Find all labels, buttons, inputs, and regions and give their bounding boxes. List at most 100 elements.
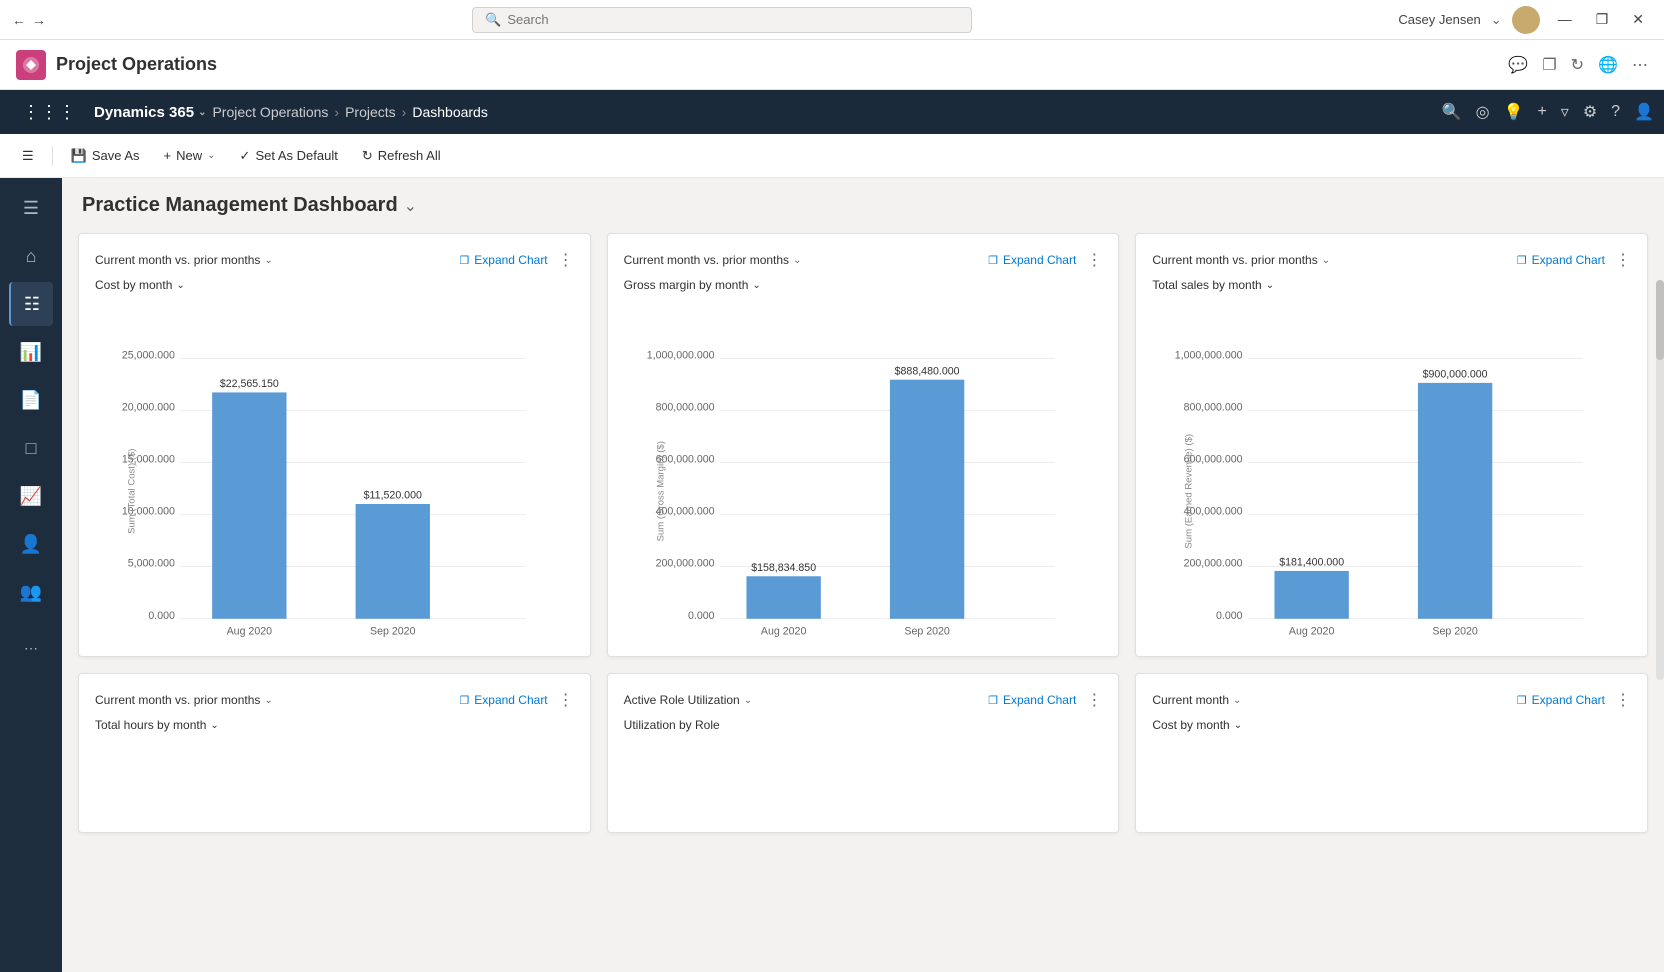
svg-text:200,000.000: 200,000.000 — [1184, 558, 1243, 570]
chart-6-more-button[interactable]: ⋮ — [1615, 690, 1631, 710]
chart-1-actions: ❐ Expand Chart ⋮ — [459, 250, 573, 270]
toolbar: ☰ 💾 Save As + New ⌄ ✓ Set As Default ↻ R… — [0, 134, 1664, 178]
chart-1-expand-button[interactable]: ❐ Expand Chart — [459, 253, 547, 267]
back-icon[interactable]: ← — [12, 12, 26, 28]
chart-4-subtitle[interactable]: Total hours by month ⌄ — [95, 718, 574, 732]
search-bar: 🔍 — [472, 7, 972, 33]
scrollbar[interactable] — [1656, 280, 1664, 680]
nav-filter-icon[interactable]: ▿ — [1561, 102, 1569, 122]
dashboard-dropdown-icon[interactable]: ⌄ — [404, 196, 417, 216]
svg-text:0.000: 0.000 — [148, 610, 175, 622]
sidebar-item-more[interactable]: ⋯ — [9, 626, 53, 670]
chart-3-subtitle[interactable]: Total sales by month ⌄ — [1152, 278, 1631, 292]
chart-1-more-button[interactable]: ⋮ — [558, 250, 574, 270]
save-as-button[interactable]: 💾 Save As — [61, 143, 150, 169]
page-title: Practice Management Dashboard — [82, 194, 398, 217]
chart-2-subtitle[interactable]: Gross margin by month ⌄ — [624, 278, 1103, 292]
chart-3-expand-button[interactable]: ❐ Expand Chart — [1517, 253, 1605, 267]
chat-icon[interactable]: 💬 — [1508, 55, 1528, 75]
svg-text:200,000.000: 200,000.000 — [655, 558, 714, 570]
breadcrumb-projects[interactable]: Projects — [345, 104, 396, 120]
chart-5-filter-button[interactable]: Active Role Utilization ⌄ — [624, 693, 752, 707]
nav-search-icon[interactable]: 🔍 — [1442, 102, 1462, 122]
avatar — [1512, 6, 1540, 34]
chart-1-filter-button[interactable]: Current month vs. prior months ⌄ — [95, 253, 273, 267]
svg-text:1,000,000.000: 1,000,000.000 — [1175, 349, 1243, 361]
chart-3-header: Current month vs. prior months ⌄ ❐ Expan… — [1152, 250, 1631, 270]
set-as-default-button[interactable]: ✓ Set As Default — [230, 143, 348, 169]
chevron-down-icon: ⌄ — [1266, 280, 1274, 291]
globe-icon[interactable]: 🌐 — [1598, 55, 1618, 75]
chart-4-expand-button[interactable]: ❐ Expand Chart — [459, 693, 547, 707]
minimize-button[interactable]: — — [1550, 7, 1580, 32]
svg-text:$900,000.000: $900,000.000 — [1423, 369, 1488, 381]
chart-2-more-button[interactable]: ⋮ — [1086, 250, 1102, 270]
chart-3-more-button[interactable]: ⋮ — [1615, 250, 1631, 270]
save-icon: 💾 — [71, 148, 87, 164]
refresh-all-button[interactable]: ↻ Refresh All — [352, 143, 451, 169]
nav-grid-icon[interactable]: ⋮⋮⋮ — [10, 102, 88, 123]
sidebar-item-home[interactable]: ⌂ — [9, 234, 53, 278]
fullscreen-icon[interactable]: ❐ — [1542, 55, 1556, 75]
sidebar-item-users[interactable]: 👥 — [9, 570, 53, 614]
user-name[interactable]: Casey Jensen — [1398, 12, 1480, 27]
nav-target-icon[interactable]: ◎ — [1476, 102, 1490, 122]
sidebar-item-chart[interactable]: 📈 — [9, 474, 53, 518]
layout: ☰ ⌂ ☷ 📊 📄 □ 📈 👤 👥 ⋯ Practice Management … — [0, 178, 1664, 972]
svg-text:$22,565.150: $22,565.150 — [220, 378, 279, 390]
menu-toggle-button[interactable]: ☰ — [12, 143, 44, 169]
chart-3-actions: ❐ Expand Chart ⋮ — [1517, 250, 1631, 270]
app-title: Project Operations — [56, 54, 217, 75]
restore-button[interactable]: ❐ — [1588, 7, 1617, 32]
dynamics-brand[interactable]: Dynamics 365 ⌄ — [88, 104, 212, 121]
chart-4-filter-button[interactable]: Current month vs. prior months ⌄ — [95, 693, 273, 707]
sidebar-item-document[interactable]: 📄 — [9, 378, 53, 422]
svg-text:Sum (Earned Revenue) ($): Sum (Earned Revenue) ($) — [1184, 434, 1195, 549]
svg-text:Sep 2020: Sep 2020 — [370, 626, 416, 638]
search-input[interactable] — [507, 12, 959, 27]
sidebar-item-reports[interactable]: 📊 — [9, 330, 53, 374]
close-button[interactable]: ✕ — [1624, 7, 1652, 32]
chart-5-expand-button[interactable]: ❐ Expand Chart — [988, 693, 1076, 707]
search-icon: 🔍 — [485, 12, 501, 28]
plus-icon: + — [164, 148, 172, 163]
svg-text:800,000.000: 800,000.000 — [1184, 402, 1243, 414]
breadcrumb-project-ops[interactable]: Project Operations — [212, 104, 328, 120]
svg-text:$181,400.000: $181,400.000 — [1280, 557, 1345, 569]
chart-4-more-button[interactable]: ⋮ — [558, 690, 574, 710]
breadcrumb-dashboards[interactable]: Dashboards — [412, 104, 488, 120]
nav-help-icon[interactable]: ? — [1611, 103, 1620, 121]
scrollbar-thumb[interactable] — [1656, 280, 1664, 360]
main-content: Practice Management Dashboard ⌄ Current … — [62, 178, 1664, 972]
sidebar-item-dashboard[interactable]: ☷ — [9, 282, 53, 326]
nav-user-icon[interactable]: 👤 — [1634, 102, 1654, 122]
sidebar-item-grid[interactable]: □ — [9, 426, 53, 470]
chart-5-more-button[interactable]: ⋮ — [1086, 690, 1102, 710]
svg-text:Sum (Gross Margin) ($): Sum (Gross Margin) ($) — [655, 441, 666, 541]
breadcrumb-sep1: › — [334, 104, 339, 120]
chart-6-expand-button[interactable]: ❐ Expand Chart — [1517, 693, 1605, 707]
app-header: Project Operations 💬 ❐ ↻ 🌐 ⋯ — [0, 40, 1664, 90]
chart-6-subtitle[interactable]: Cost by month ⌄ — [1152, 718, 1631, 732]
chart-2-filter-button[interactable]: Current month vs. prior months ⌄ — [624, 253, 802, 267]
sidebar-item-user[interactable]: 👤 — [9, 522, 53, 566]
chart-2-svg: 0.000 200,000.000 400,000.000 600,000.00… — [624, 300, 1103, 640]
chart-1-subtitle[interactable]: Cost by month ⌄ — [95, 278, 574, 292]
svg-text:Sep 2020: Sep 2020 — [1433, 626, 1479, 638]
nav-lightbulb-icon[interactable]: 💡 — [1504, 102, 1524, 122]
chart-6-filter-button[interactable]: Current month ⌄ — [1152, 693, 1241, 707]
svg-text:Sum (Total Cost) ($): Sum (Total Cost) ($) — [127, 449, 138, 534]
new-button[interactable]: + New ⌄ — [154, 143, 226, 168]
sidebar-item-menu[interactable]: ☰ — [9, 186, 53, 230]
nav-settings-icon[interactable]: ⚙ — [1583, 102, 1597, 122]
refresh-icon[interactable]: ↻ — [1571, 55, 1584, 75]
chart-3-filter-button[interactable]: Current month vs. prior months ⌄ — [1152, 253, 1330, 267]
chart-2-expand-button[interactable]: ❐ Expand Chart — [988, 253, 1076, 267]
nav-plus-icon[interactable]: + — [1537, 103, 1546, 121]
nav-right: 🔍 ◎ 💡 + ▿ ⚙ ? 👤 — [1442, 102, 1654, 122]
forward-icon[interactable]: → — [32, 12, 46, 28]
title-bar-right: Casey Jensen ⌄ — ❐ ✕ — [1398, 6, 1652, 34]
svg-text:$888,480.000: $888,480.000 — [894, 365, 959, 377]
more-icon[interactable]: ⋯ — [1632, 55, 1648, 75]
expand-icon: ❐ — [988, 254, 998, 267]
